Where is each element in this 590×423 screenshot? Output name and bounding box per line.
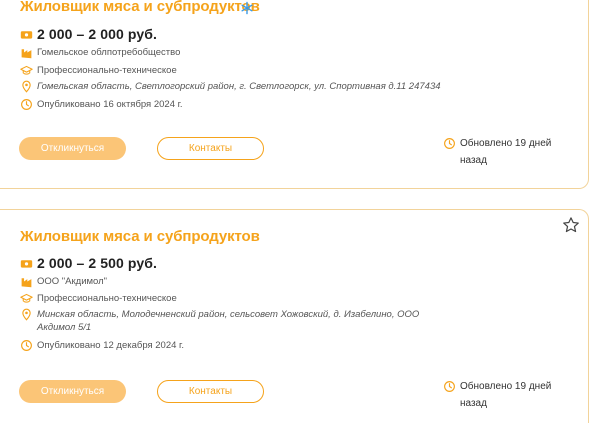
contacts-button[interactable]: Контакты <box>157 380 264 403</box>
clock-icon <box>21 340 32 351</box>
published-row: Опубликовано 16 октября 2024 г. <box>20 98 183 111</box>
contacts-button[interactable]: Контакты <box>157 137 264 160</box>
clock-icon <box>21 99 32 110</box>
updated-text: Обновлено 19 дней назад <box>460 138 552 166</box>
published-row: Опубликовано 12 декабря 2024 г. <box>20 339 184 352</box>
education-level: Профессионально-техническое <box>37 65 177 76</box>
salary: 2 000 – 2 500 руб. <box>37 255 158 271</box>
vacancy-title[interactable]: Жиловщик мяса и субпродуктов <box>20 228 260 245</box>
money-icon <box>20 259 33 268</box>
education-row: Профессионально-техническое <box>20 292 177 305</box>
address: Гомельская область, Светлогорский район,… <box>37 81 441 92</box>
address-row: Минская область, Молодечненский район, с… <box>20 308 422 334</box>
star-icon[interactable] <box>562 216 580 234</box>
sparkle-icon <box>241 1 253 15</box>
company-name: Гомельское облпотребобщество <box>37 47 181 58</box>
updated-info: Обновлено 19 дней назад <box>443 378 575 412</box>
clock-icon <box>444 381 455 392</box>
education-level: Профессионально-техническое <box>37 293 177 304</box>
vacancy-card[interactable]: Жиловщик мяса и субпродуктов 2 000 – 2 0… <box>0 0 589 189</box>
salary: 2 000 – 2 000 руб. <box>37 26 158 42</box>
updated-text: Обновлено 19 дней назад <box>460 381 552 409</box>
vacancy-title[interactable]: Жиловщик мяса и субпродуктов <box>20 0 260 15</box>
salary-row: 2 000 – 2 500 руб. <box>20 255 157 271</box>
building-icon <box>21 49 32 59</box>
updated-info: Обновлено 19 дней назад <box>443 135 575 169</box>
address-row: Гомельская область, Светлогорский район,… <box>20 80 457 93</box>
clock-icon <box>444 138 455 149</box>
company-name: ООО "Акдимол" <box>37 276 108 287</box>
published-date: Опубликовано 16 октября 2024 г. <box>37 99 183 110</box>
graduation-cap-icon <box>20 293 33 303</box>
published-date: Опубликовано 12 декабря 2024 г. <box>37 340 184 351</box>
location-pin-icon <box>22 308 31 321</box>
apply-button[interactable]: Откликнуться <box>19 380 126 403</box>
location-pin-icon <box>22 80 31 93</box>
building-icon <box>21 278 32 288</box>
graduation-cap-icon <box>20 65 33 75</box>
money-icon <box>20 30 33 39</box>
company-row: Гомельское облпотребобщество <box>20 46 180 59</box>
vacancy-card[interactable]: Жиловщик мяса и субпродуктов 2 000 – 2 5… <box>0 209 589 423</box>
address: Минская область, Молодечненский район, с… <box>37 309 420 333</box>
education-row: Профессионально-техническое <box>20 64 177 77</box>
company-row: ООО "Акдимол" <box>20 275 107 288</box>
apply-button[interactable]: Откликнуться <box>19 137 126 160</box>
salary-row: 2 000 – 2 000 руб. <box>20 26 157 42</box>
